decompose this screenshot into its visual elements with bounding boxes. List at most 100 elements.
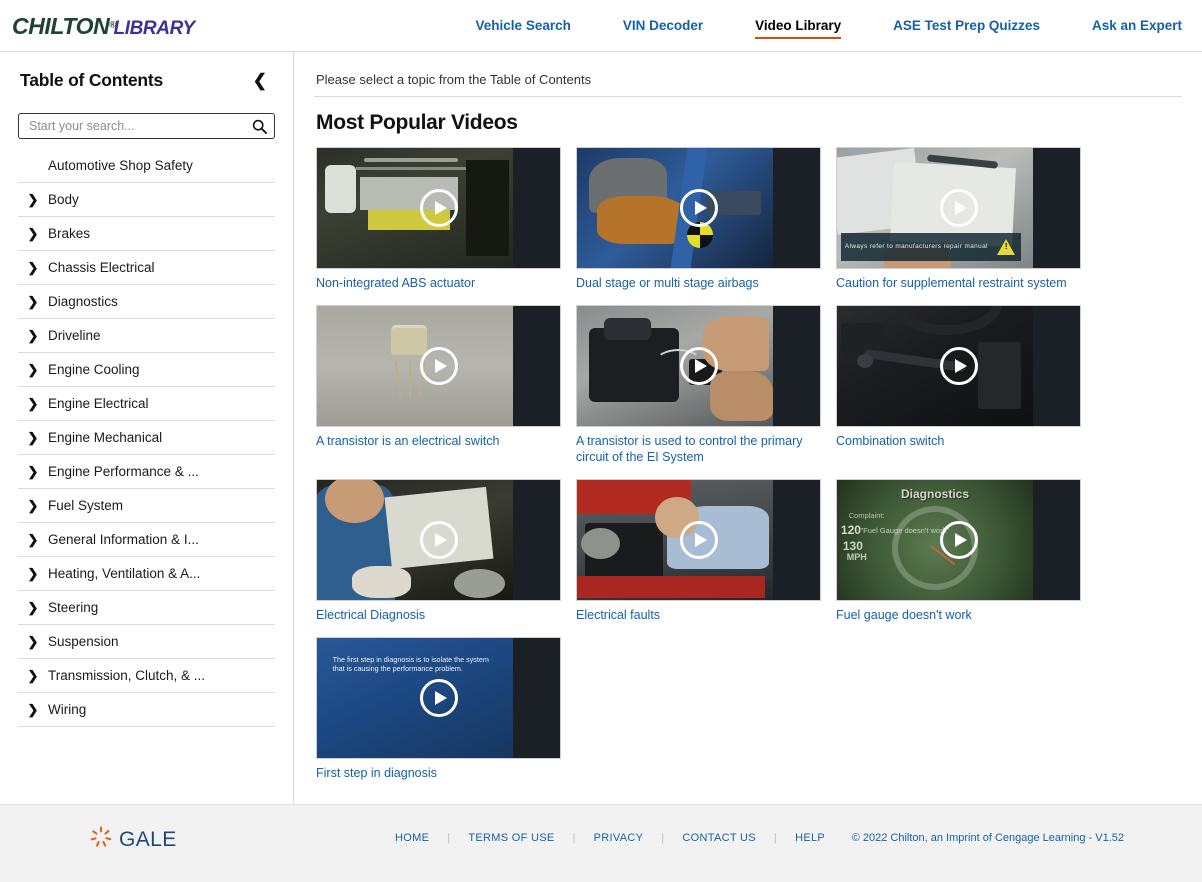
sidebar-item-label: Wiring xyxy=(48,702,87,717)
sidebar-item-driveline[interactable]: ❯ Driveline xyxy=(18,319,275,353)
video-card: A transistor is an electrical switch xyxy=(316,305,561,465)
topic-instruction: Please select a topic from the Table of … xyxy=(316,72,592,87)
sidebar-item-label: General Information & I... xyxy=(48,532,199,547)
nav-item-ask-an-expert[interactable]: Ask an Expert xyxy=(1066,0,1192,52)
footer-links: HOME | TERMS OF USE | PRIVACY | CONTACT … xyxy=(395,832,825,844)
video-caption[interactable]: Combination switch xyxy=(836,427,1076,449)
video-thumbnail[interactable] xyxy=(576,479,821,601)
gale-pinwheel-icon xyxy=(90,826,112,853)
thumbnail-art xyxy=(317,148,513,268)
video-thumbnail[interactable]: The first step in diagnosis is to isolat… xyxy=(316,637,561,759)
video-thumbnail[interactable] xyxy=(316,479,561,601)
gale-logo[interactable]: GALE xyxy=(90,826,177,853)
thumbnail-image xyxy=(577,480,773,600)
sidebar-item-label: Engine Mechanical xyxy=(48,430,163,445)
sidebar-item-label: Transmission, Clutch, & ... xyxy=(48,668,206,683)
video-caption[interactable]: Non-integrated ABS actuator xyxy=(316,269,556,291)
sidebar-item-suspension[interactable]: ❯ Suspension xyxy=(18,625,275,659)
sidebar-item-wiring[interactable]: ❯ Wiring xyxy=(18,693,275,727)
thumbnail-art xyxy=(837,306,1033,426)
letterbox-bar xyxy=(1033,306,1080,426)
video-caption[interactable]: A transistor is used to control the prim… xyxy=(576,427,816,465)
video-caption[interactable]: Electrical faults xyxy=(576,601,816,623)
chevron-right-icon: ❯ xyxy=(27,259,39,275)
video-thumbnail[interactable] xyxy=(576,305,821,427)
sidebar-item-fuel-system[interactable]: ❯ Fuel System xyxy=(18,489,275,523)
sidebar-item-label: Suspension xyxy=(48,634,119,649)
thumbnail-image xyxy=(317,306,513,426)
video-thumbnail[interactable] xyxy=(316,147,561,269)
video-card: Combination switch xyxy=(836,305,1081,465)
video-card: The first step in diagnosis is to isolat… xyxy=(316,637,561,781)
video-thumbnail[interactable] xyxy=(576,147,821,269)
video-card: Dual stage or multi stage airbags xyxy=(576,147,821,291)
search-icon[interactable] xyxy=(248,119,267,134)
video-caption[interactable]: Electrical Diagnosis xyxy=(316,601,556,623)
sidebar-item-label: Engine Cooling xyxy=(48,362,140,377)
sidebar-item-engine-performance[interactable]: ❯ Engine Performance & ... xyxy=(18,455,275,489)
footer-link-help[interactable]: HELP xyxy=(795,832,825,844)
video-caption[interactable]: Fuel gauge doesn't work xyxy=(836,601,1076,623)
sidebar-item-general-information[interactable]: ❯ General Information & I... xyxy=(18,523,275,557)
search-input[interactable] xyxy=(29,115,248,137)
toc-list: ❯ Automotive Shop Safety ❯ Body ❯ Brakes… xyxy=(0,145,293,727)
sidebar-item-engine-electrical[interactable]: ❯ Engine Electrical xyxy=(18,387,275,421)
footer-link-terms-of-use[interactable]: TERMS OF USE xyxy=(468,832,554,844)
sidebar-item-chassis-electrical[interactable]: ❯ Chassis Electrical xyxy=(18,251,275,285)
thumbnail-image xyxy=(577,306,773,426)
logo-library-text: LIBRARY xyxy=(113,18,196,39)
chevron-left-icon[interactable]: ❮ xyxy=(247,70,273,91)
chevron-right-icon: ❯ xyxy=(27,191,39,207)
nav-item-vin-decoder[interactable]: VIN Decoder xyxy=(597,0,729,52)
footer-copyright: © 2022 Chilton, an Imprint of Cengage Le… xyxy=(851,832,1124,844)
toc-header: Table of Contents ❮ xyxy=(0,52,293,105)
chevron-right-icon: ❯ xyxy=(27,497,39,513)
video-caption[interactable]: Dual stage or multi stage airbags xyxy=(576,269,816,291)
video-thumbnail[interactable] xyxy=(316,305,561,427)
footer-link-separator: | xyxy=(661,832,665,844)
sidebar-item-label: Body xyxy=(48,192,79,207)
nav-item-video-library[interactable]: Video Library xyxy=(729,0,867,52)
thumbnail-overlay-mph: MPH xyxy=(846,552,867,562)
sidebar-item-automotive-shop-safety[interactable]: ❯ Automotive Shop Safety xyxy=(18,149,275,183)
nav-item-vehicle-search[interactable]: Vehicle Search xyxy=(450,0,597,52)
video-thumbnail[interactable]: Diagnostics Complaint: "Fuel Gauge doesn… xyxy=(836,479,1081,601)
sidebar-item-diagnostics[interactable]: ❯ Diagnostics xyxy=(18,285,275,319)
chevron-right-icon: ❯ xyxy=(27,565,39,581)
sidebar-item-transmission-clutch[interactable]: ❯ Transmission, Clutch, & ... xyxy=(18,659,275,693)
sidebar-item-heating-ventilation-ac[interactable]: ❯ Heating, Ventilation & A... xyxy=(18,557,275,591)
footer-link-privacy[interactable]: PRIVACY xyxy=(594,832,644,844)
nav-item-ase-test-prep-quizzes[interactable]: ASE Test Prep Quizzes xyxy=(867,0,1066,52)
sidebar-item-label: Engine Performance & ... xyxy=(48,464,199,479)
video-thumbnail[interactable] xyxy=(836,305,1081,427)
video-caption[interactable]: First step in diagnosis xyxy=(316,759,556,781)
sidebar-item-engine-cooling[interactable]: ❯ Engine Cooling xyxy=(18,353,275,387)
footer-link-separator: | xyxy=(447,832,451,844)
footer-link-contact-us[interactable]: CONTACT US xyxy=(682,832,756,844)
video-caption[interactable]: Caution for supplemental restraint syste… xyxy=(836,269,1076,291)
sidebar-item-engine-mechanical[interactable]: ❯ Engine Mechanical xyxy=(18,421,275,455)
video-thumbnail[interactable]: Always refer to manufacturers repair man… xyxy=(836,147,1081,269)
sidebar-item-brakes[interactable]: ❯ Brakes xyxy=(18,217,275,251)
sidebar-item-steering[interactable]: ❯ Steering xyxy=(18,591,275,625)
footer-link-home[interactable]: HOME xyxy=(395,832,429,844)
thumbnail-art: Diagnostics Complaint: "Fuel Gauge doesn… xyxy=(837,480,1033,600)
letterbox-bar xyxy=(513,480,560,600)
letterbox-bar xyxy=(773,148,820,268)
chilton-library-logo[interactable]: CHILTON®LIBRARY xyxy=(12,13,195,40)
thumbnail-image xyxy=(317,480,513,600)
thumbnail-image: Always refer to manufacturers repair man… xyxy=(837,148,1033,268)
footer-link-separator: | xyxy=(773,832,778,844)
video-card: Always refer to manufacturers repair man… xyxy=(836,147,1081,291)
thumbnail-art xyxy=(577,480,773,600)
sidebar-item-label: Brakes xyxy=(48,226,91,241)
sidebar-item-label: Engine Electrical xyxy=(48,396,149,411)
thumbnail-art xyxy=(317,480,513,600)
video-caption[interactable]: A transistor is an electrical switch xyxy=(316,427,556,449)
thumbnail-art xyxy=(577,306,773,426)
sidebar-item-body[interactable]: ❯ Body xyxy=(18,183,275,217)
sidebar-item-label: Automotive Shop Safety xyxy=(48,158,193,173)
thumbnail-art: The first step in diagnosis is to isolat… xyxy=(317,638,513,758)
search-box[interactable] xyxy=(18,113,275,139)
sidebar-item-label: Fuel System xyxy=(48,498,124,513)
